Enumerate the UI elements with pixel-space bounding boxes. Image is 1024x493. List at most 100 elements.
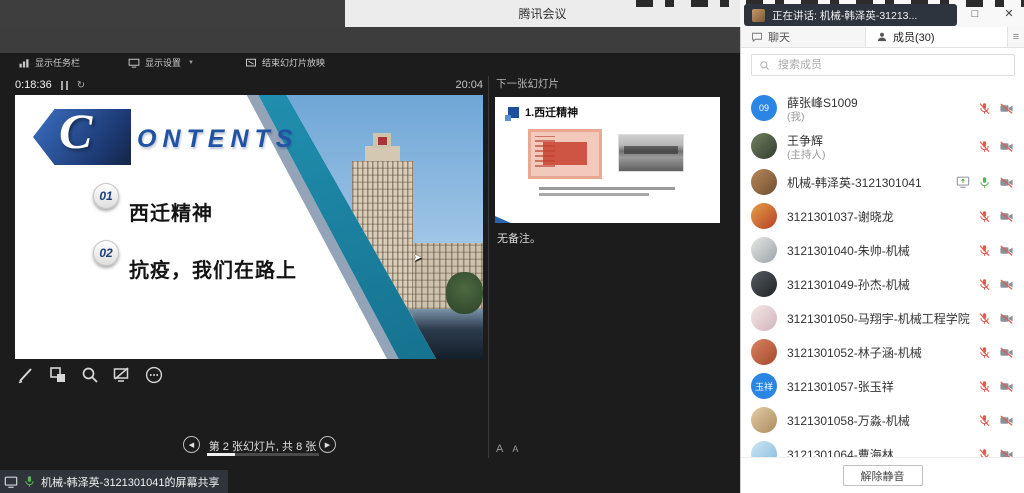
pause-timer-icon[interactable] [61, 81, 68, 90]
close-icon[interactable]: ✕ [1002, 7, 1016, 20]
notes-placeholder: 无备注。 [497, 230, 541, 246]
restart-timer-icon[interactable]: ↻ [77, 81, 85, 90]
annotation-tools [14, 363, 166, 387]
mic-muted-icon [978, 414, 991, 427]
member-row[interactable]: 3121301058-万淼-机械 [741, 403, 1024, 437]
camera-off-icon [999, 210, 1014, 223]
tab-chat[interactable]: 聊天 [741, 27, 866, 47]
avatar [751, 203, 777, 229]
preview-image-photo [618, 134, 684, 172]
toc-label: 抗疫，我们在路上 [129, 254, 297, 283]
member-search[interactable] [751, 54, 1015, 76]
next-slide-preview[interactable]: 1.西迁精神 [495, 97, 720, 223]
member-name: 薛张峰S1009 [787, 94, 978, 111]
member-row[interactable]: 3121301064-曹海林 [741, 437, 1024, 457]
member-row[interactable]: 3121301050-马翔宇-机械工程学院 [741, 301, 1024, 335]
toc-label: 西迁精神 [129, 197, 213, 226]
slide-progress-bar [207, 453, 319, 456]
member-row[interactable]: 3121301049-孙杰-机械 [741, 267, 1024, 301]
camera-off-icon [999, 176, 1014, 189]
member-name: 3121301037-谢晓龙 [787, 208, 978, 225]
clock-time: 20:04 [438, 79, 483, 91]
avatar [751, 133, 777, 159]
speaking-indicator-popup: 正在讲话: 机械-韩泽英-31213... [744, 4, 957, 26]
maximize-icon[interactable]: □ [968, 8, 982, 20]
panel-tabs: 聊天 成员(30) ≡ [741, 27, 1024, 48]
chat-icon [751, 31, 763, 43]
camera-off-icon [999, 102, 1014, 115]
preview-caption-line [539, 193, 649, 196]
member-name: 3121301050-马翔宇-机械工程学院 [787, 310, 978, 327]
notes-font-decrease-button[interactable]: A [512, 444, 518, 454]
elapsed-timer: 0:18:36 [15, 79, 52, 91]
mic-active-icon [23, 475, 36, 488]
app-title: 腾讯会议 [518, 5, 566, 22]
avatar [751, 271, 777, 297]
pen-icon[interactable] [14, 363, 38, 387]
panel-menu-icon[interactable]: ≡ [1007, 27, 1024, 47]
member-row[interactable]: 3121301040-朱帅-机械 [741, 233, 1024, 267]
next-slide-label: 下一张幻灯片 [496, 76, 559, 91]
camera-off-icon [999, 278, 1014, 291]
tab-members[interactable]: 成员(30) [866, 27, 1007, 47]
next-arrow-icon: ▶ [325, 441, 330, 449]
avatar [751, 237, 777, 263]
screen-share-banner: 机械-韩泽英-3121301041的屏幕共享 [0, 470, 228, 493]
mic-muted-icon [978, 102, 991, 115]
members-panel: 聊天 成员(30) ≡ 09薛张峰S1009(我)王争辉(主持人)机械-韩泽英-… [740, 27, 1024, 493]
slide-title-initial: C [59, 101, 92, 161]
screen-share-icon [956, 175, 970, 189]
next-slide-heading: 1.西迁精神 [525, 104, 578, 120]
preview-caption-line [539, 187, 675, 190]
mic-muted-icon [978, 278, 991, 291]
more-options-icon[interactable] [142, 363, 166, 387]
member-name: 王争辉 [787, 132, 978, 149]
end-slideshow-button[interactable]: 结束幻灯片放映 [245, 56, 325, 69]
member-name: 3121301058-万淼-机械 [787, 412, 978, 429]
show-taskbar-button[interactable]: 显示任务栏 [18, 56, 80, 69]
panel-footer: 解除静音 [741, 457, 1024, 493]
preview-corner-accent [495, 216, 511, 223]
next-slide-button[interactable]: ▶ [319, 436, 336, 453]
member-name: 3121301057-张玉祥 [787, 378, 978, 395]
mic-muted-icon [978, 380, 991, 393]
member-row[interactable]: 王争辉(主持人) [741, 127, 1024, 165]
slide-counter: 第 2 张幻灯片, 共 8 张 [205, 438, 320, 454]
zoom-slide-icon[interactable] [78, 363, 102, 387]
timer-row: 0:18:36 ↻ [15, 79, 85, 91]
see-all-slides-icon[interactable] [46, 363, 70, 387]
member-row[interactable]: 09薛张峰S1009(我) [741, 89, 1024, 127]
member-name: 3121301064-曹海林 [787, 446, 978, 458]
unmute-button[interactable]: 解除静音 [843, 465, 923, 486]
mic-muted-icon [978, 448, 991, 458]
display-settings-button[interactable]: 显示设置▼ [128, 56, 194, 69]
avatar: 09 [751, 95, 777, 121]
camera-off-icon [999, 140, 1014, 153]
camera-off-icon [999, 346, 1014, 359]
notes-font-increase-button[interactable]: A [496, 443, 503, 455]
member-row[interactable]: 3121301052-林子涵-机械 [741, 335, 1024, 369]
member-role: (主持人) [787, 149, 978, 161]
mic-muted-icon [978, 210, 991, 223]
member-name: 机械-韩泽英-3121301041 [787, 174, 956, 191]
mic-muted-icon [978, 140, 991, 153]
presenter-toolbar: 显示任务栏 显示设置▼ 结束幻灯片放映 [0, 56, 740, 74]
members-icon [876, 31, 888, 43]
tencent-meeting-window: 腾讯会议 — □ ✕ 正在讲话: 机械-韩泽英-31213... 显示任务栏显示… [0, 0, 1024, 493]
titlebar-left-region [0, 0, 345, 27]
slide-title-rest: ONTENTS [137, 125, 298, 154]
previous-slide-button[interactable]: ◀ [183, 436, 200, 453]
member-row[interactable]: 玉祥3121301057-张玉祥 [741, 369, 1024, 403]
member-row[interactable]: 机械-韩泽英-3121301041 [741, 165, 1024, 199]
current-slide[interactable]: C ONTENTS 01西迁精神02抗疫，我们在路上 ➤ [15, 95, 483, 359]
mouse-cursor: ➤ [413, 251, 422, 264]
camera-off-icon [999, 312, 1014, 325]
search-input[interactable] [776, 58, 1007, 72]
member-row[interactable]: 3121301037-谢晓龙 [741, 199, 1024, 233]
speaking-indicator-label: 正在讲话: 机械-韩泽英-31213... [772, 8, 917, 23]
toc-number-badge: 02 [93, 240, 119, 266]
member-list: 09薛张峰S1009(我)王争辉(主持人)机械-韩泽英-312130104131… [741, 84, 1024, 457]
black-screen-icon[interactable] [110, 363, 134, 387]
avatar [751, 339, 777, 365]
member-name: 3121301040-朱帅-机械 [787, 242, 978, 259]
